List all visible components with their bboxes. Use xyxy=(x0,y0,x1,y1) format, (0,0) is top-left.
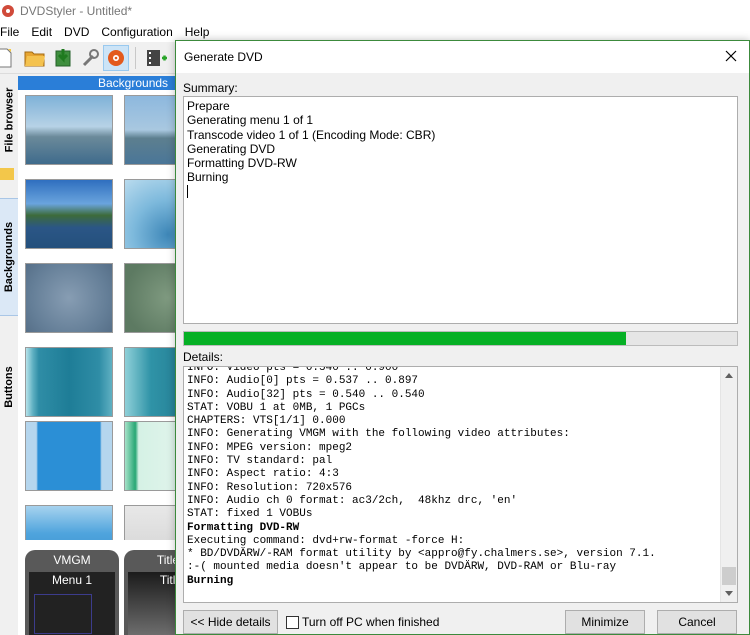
background-thumbnail[interactable] xyxy=(124,95,178,165)
vmgm-label: VMGM xyxy=(53,553,91,567)
log-line: Executing command: dvd+rw-format -force … xyxy=(187,534,465,547)
summary-line: Generating menu 1 of 1 xyxy=(187,113,314,128)
cancel-button[interactable]: Cancel xyxy=(657,610,737,634)
background-thumbnail[interactable] xyxy=(124,421,178,491)
log-line: INFO: Audio[0] pts = 0.537 .. 0.897 xyxy=(187,375,419,388)
log-line: INFO: Resolution: 720x576 xyxy=(187,481,353,494)
side-tabs: File browser Backgrounds Buttons xyxy=(0,76,18,635)
menu-file[interactable]: File xyxy=(0,25,25,39)
scroll-up-arrow-icon[interactable] xyxy=(721,367,737,383)
log-line: INFO: Video pts = 0.540 .. 0.900 xyxy=(187,366,399,374)
dialog-title: Generate DVD xyxy=(184,50,263,64)
log-line: CHAPTERS: VTS[1/1] 0.000 xyxy=(187,415,346,428)
log-line: * BD/DVDÄRW/-RAM format utility by <appr… xyxy=(187,548,656,561)
menu-configuration[interactable]: Configuration xyxy=(101,25,178,39)
burn-disc-icon[interactable] xyxy=(103,45,129,71)
progress-bar xyxy=(183,331,738,346)
tab-backgrounds[interactable]: Backgrounds xyxy=(0,198,18,316)
hide-details-button[interactable]: << Hide details xyxy=(183,610,278,634)
summary-line: Generating DVD xyxy=(187,141,276,156)
dialog-titlebar: Generate DVD xyxy=(176,41,749,73)
open-folder-icon[interactable] xyxy=(22,45,48,71)
save-icon[interactable] xyxy=(50,45,76,71)
toolbar-separator xyxy=(135,47,136,69)
details-log-text: INFO: Video pts = 0.540 .. 0.900 INFO: Au… xyxy=(187,366,722,588)
folder-icon xyxy=(0,168,14,180)
app-titlebar: DVDStyler - Untitled* xyxy=(0,0,750,22)
summary-line: Prepare xyxy=(187,99,230,113)
scrollbar-thumb[interactable] xyxy=(722,567,736,585)
log-line: INFO: MPEG version: mpeg2 xyxy=(187,441,353,454)
tab-file-browser-label: File browser xyxy=(3,87,16,153)
dvdstyler-app-icon xyxy=(2,5,14,17)
backgrounds-thumbnail-grid xyxy=(18,90,178,540)
log-line: Formatting DVD-RW xyxy=(187,521,300,534)
background-thumbnail[interactable] xyxy=(124,505,178,540)
app-title: DVDStyler - Untitled* xyxy=(20,4,133,18)
scroll-down-arrow-icon[interactable] xyxy=(721,585,737,601)
vmgm-menu-thumbnail[interactable]: VMGM Menu 1 xyxy=(25,550,119,635)
log-line: INFO: Audio[32] pts = 0.540 .. 0.540 xyxy=(187,388,425,401)
log-line: INFO: Generating VMGM with the following… xyxy=(187,428,570,441)
minimize-button[interactable]: Minimize xyxy=(565,610,645,634)
log-line: :-( mounted media doesn't appear to be D… xyxy=(187,561,617,574)
close-icon[interactable] xyxy=(715,41,747,71)
summary-lines: Prepare Generating menu 1 of 1 Transcode v… xyxy=(187,99,734,185)
tab-backgrounds-label: Backgrounds xyxy=(3,221,16,293)
menu-dvd[interactable]: DVD xyxy=(64,25,95,39)
background-thumbnail[interactable] xyxy=(25,179,113,249)
background-thumbnail[interactable] xyxy=(25,263,113,333)
turn-off-pc-checkbox[interactable] xyxy=(286,615,299,629)
details-log-box[interactable]: INFO: Video pts = 0.540 .. 0.900 INFO: Au… xyxy=(183,366,738,603)
log-line: STAT: VOBU 1 at 0MB, 1 PGCs xyxy=(187,401,366,414)
tab-buttons[interactable]: Buttons xyxy=(0,338,18,436)
background-thumbnail[interactable] xyxy=(25,505,113,540)
menu-titles-strip: VMGM Menu 1 Titles Title xyxy=(18,540,218,635)
menu-1-label: Menu 1 xyxy=(51,573,93,587)
turn-off-pc-label: Turn off PC when finished xyxy=(302,615,440,629)
background-thumbnail[interactable] xyxy=(124,347,178,417)
tab-buttons-label: Buttons xyxy=(3,366,16,408)
generate-dvd-dialog: Generate DVD Summary: Prepare Generating … xyxy=(175,40,750,635)
log-line: INFO: Aspect ratio: 4:3 xyxy=(187,468,339,481)
summary-label: Summary: xyxy=(183,81,238,95)
menu-edit[interactable]: Edit xyxy=(31,25,58,39)
backgrounds-panel-header: Backgrounds xyxy=(18,76,178,90)
log-line: INFO: TV standard: pal xyxy=(187,455,333,468)
log-line: STAT: fixed 1 VOBUs xyxy=(187,508,313,521)
background-thumbnail[interactable] xyxy=(124,179,178,249)
background-thumbnail[interactable] xyxy=(25,95,113,165)
progress-bar-fill xyxy=(184,332,627,345)
log-line: INFO: Audio ch 0 format: ac3/2ch, 48khz … xyxy=(187,494,518,507)
text-caret xyxy=(187,184,188,198)
background-thumbnail[interactable] xyxy=(25,421,113,491)
summary-line: Transcode video 1 of 1 (Encoding Mode: C… xyxy=(187,127,436,142)
add-video-icon[interactable] xyxy=(143,45,169,71)
menu-help[interactable]: Help xyxy=(185,25,216,39)
details-label: Details: xyxy=(183,350,224,364)
log-line: Burning xyxy=(187,574,234,587)
menu-1-preview: Menu 1 xyxy=(29,572,115,635)
menubar: File Edit DVD Configuration Help xyxy=(0,22,750,42)
turn-off-pc-checkbox-row[interactable]: Turn off PC when finished xyxy=(286,615,439,629)
backgrounds-panel-title: Backgrounds xyxy=(98,76,169,90)
background-thumbnail[interactable] xyxy=(124,263,178,333)
summary-line: Formatting DVD-RW xyxy=(187,156,297,171)
summary-box[interactable]: Prepare Generating menu 1 of 1 Transcode v… xyxy=(183,96,738,324)
details-scrollbar[interactable] xyxy=(720,367,737,602)
summary-line: Burning xyxy=(187,170,229,185)
settings-wrench-icon[interactable] xyxy=(77,45,103,71)
background-thumbnail[interactable] xyxy=(25,347,113,417)
tab-file-browser[interactable]: File browser xyxy=(0,76,18,164)
new-file-icon[interactable] xyxy=(0,45,18,71)
menu-1-frame xyxy=(34,594,92,634)
